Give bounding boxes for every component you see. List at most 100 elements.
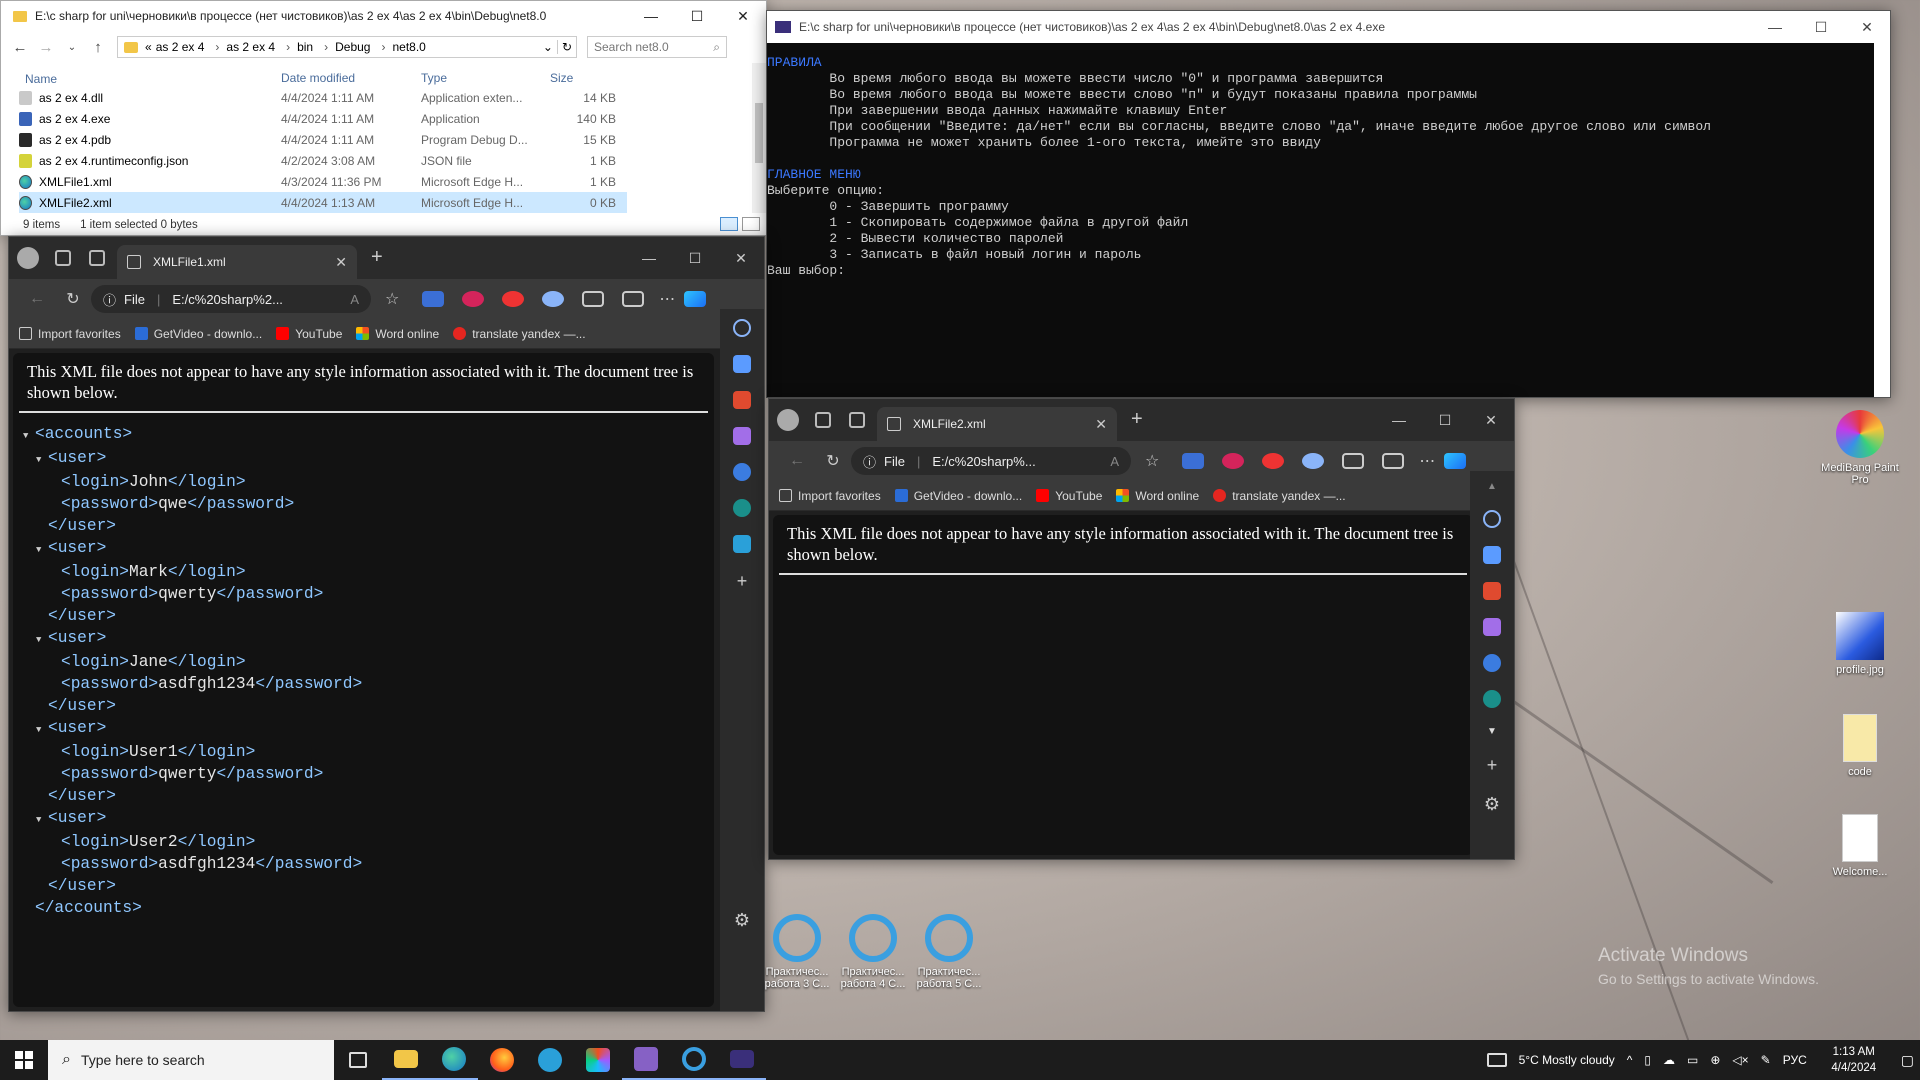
split-screen-icon[interactable] bbox=[1382, 453, 1405, 469]
breadcrumb-item[interactable]: net8.0 bbox=[392, 40, 425, 54]
extensions-puzzle-icon[interactable] bbox=[1342, 453, 1365, 469]
column-name[interactable]: Name bbox=[19, 71, 281, 87]
close-button[interactable]: ✕ bbox=[720, 1, 766, 31]
bookmark-import-favorites[interactable]: Import favorites bbox=[19, 327, 121, 341]
minimize-button[interactable]: — bbox=[626, 237, 672, 279]
collapse-triangle-icon[interactable]: ▼ bbox=[36, 539, 48, 561]
read-aloud-icon[interactable]: A bbox=[1110, 454, 1119, 469]
favorite-star-icon[interactable]: ☆ bbox=[385, 289, 399, 309]
console-scrollbar[interactable] bbox=[1874, 43, 1890, 397]
clock[interactable]: 1:13 AM 4/4/2024 bbox=[1819, 1044, 1889, 1076]
sidebar-l-icon[interactable] bbox=[733, 499, 751, 517]
xml-line[interactable]: ▼ <accounts> bbox=[23, 423, 714, 447]
sidebar-telegram-icon[interactable] bbox=[733, 535, 751, 553]
desktop-practice-3[interactable]: Практичес... работа 3 С... bbox=[757, 914, 837, 990]
sidebar-search-icon[interactable] bbox=[733, 319, 751, 337]
bookmark-import-favorites[interactable]: Import favorites bbox=[779, 489, 881, 503]
refresh-icon[interactable]: ↻ bbox=[815, 451, 851, 471]
pen-icon[interactable]: ✎ bbox=[1761, 1053, 1771, 1067]
sidebar-add-icon[interactable]: + bbox=[1487, 755, 1498, 776]
column-size[interactable]: Size bbox=[546, 71, 616, 87]
favorite-star-icon[interactable]: ☆ bbox=[1145, 451, 1159, 471]
maximize-button[interactable]: ☐ bbox=[672, 237, 718, 279]
breadcrumb-item[interactable]: bin bbox=[297, 40, 313, 54]
task-view-button[interactable] bbox=[334, 1040, 382, 1080]
taskbar-firefox[interactable] bbox=[478, 1040, 526, 1080]
search-extension-icon[interactable] bbox=[1302, 453, 1325, 469]
profile-avatar-icon[interactable] bbox=[777, 409, 799, 431]
taskbar-figma[interactable] bbox=[574, 1040, 622, 1080]
xml-line[interactable]: ▼ <user> bbox=[23, 807, 714, 831]
bookmark-translate-yandex[interactable]: translate yandex —... bbox=[1213, 489, 1346, 503]
details-view-icon[interactable] bbox=[720, 217, 738, 231]
sidebar-games-icon[interactable] bbox=[733, 427, 751, 445]
back-arrow-icon[interactable]: ← bbox=[19, 290, 55, 308]
sidebar-office-icon[interactable] bbox=[1483, 654, 1501, 672]
weather-icon[interactable] bbox=[1486, 1053, 1507, 1067]
new-tab-button[interactable]: + bbox=[1131, 408, 1143, 431]
split-screen-icon[interactable] bbox=[622, 291, 645, 307]
close-button[interactable]: ✕ bbox=[1468, 399, 1514, 441]
breadcrumb-item[interactable]: as 2 ex 4 bbox=[156, 40, 205, 54]
bookmark-word-online[interactable]: Word online bbox=[356, 327, 439, 341]
sidebar-settings-icon[interactable]: ⚙ bbox=[1484, 794, 1500, 815]
sidebar-tools-icon[interactable] bbox=[733, 391, 751, 409]
tab-actions-icon[interactable] bbox=[89, 250, 105, 266]
forward-arrow-icon[interactable]: → bbox=[33, 39, 59, 56]
translate-extension-icon[interactable] bbox=[422, 291, 445, 307]
raspberry-extension-icon[interactable] bbox=[1222, 453, 1245, 469]
sidebar-settings-icon[interactable]: ⚙ bbox=[734, 910, 750, 931]
file-row[interactable]: XMLFile2.xml 4/4/2024 1:13 AM Microsoft Ed… bbox=[19, 192, 627, 213]
globe-icon[interactable]: ⊕ bbox=[1710, 1053, 1720, 1067]
file-row[interactable]: XMLFile1.xml 4/3/2024 11:36 PM Microsoft E… bbox=[19, 171, 627, 192]
recent-dropdown-icon[interactable]: ⌄ bbox=[59, 42, 85, 53]
edge-titlebar[interactable]: XMLFile2.xml ✕ + — ☐ ✕ bbox=[769, 399, 1514, 441]
up-arrow-icon[interactable]: ↑ bbox=[85, 39, 111, 56]
scrollbar[interactable] bbox=[752, 63, 766, 213]
hand-extension-icon[interactable] bbox=[1262, 453, 1285, 469]
sidebar-l-icon[interactable] bbox=[1483, 690, 1501, 708]
taskbar-visual-studio[interactable] bbox=[622, 1040, 670, 1080]
sidebar-search-icon[interactable] bbox=[1483, 510, 1501, 528]
sidebar-scroll-up-icon[interactable]: ▲ bbox=[1487, 481, 1497, 492]
collapse-triangle-icon[interactable]: ▼ bbox=[36, 629, 48, 651]
device-icon[interactable]: ▯ bbox=[1644, 1053, 1651, 1067]
xml-line[interactable]: ▼ <user> bbox=[23, 627, 714, 651]
taskbar-search-input[interactable]: ⌕ Type here to search bbox=[48, 1040, 334, 1080]
file-row[interactable]: as 2 ex 4.runtimeconfig.json 4/2/2024 3:0… bbox=[19, 150, 627, 171]
edge-titlebar[interactable]: XMLFile1.xml ✕ + — ☐ ✕ bbox=[9, 237, 764, 279]
xml-viewer-page[interactable]: This XML file does not appear to have an… bbox=[13, 353, 714, 1007]
profile-avatar-icon[interactable] bbox=[17, 247, 39, 269]
sidebar-scroll-down-icon[interactable]: ▼ bbox=[1487, 726, 1497, 737]
sidebar-games-icon[interactable] bbox=[1483, 618, 1501, 636]
bookmark-word-online[interactable]: Word online bbox=[1116, 489, 1199, 503]
column-type[interactable]: Type bbox=[421, 71, 546, 87]
copilot-icon[interactable] bbox=[684, 291, 707, 307]
minimize-button[interactable]: — bbox=[628, 1, 674, 31]
copilot-icon[interactable] bbox=[1444, 453, 1467, 469]
refresh-icon[interactable]: ↻ bbox=[556, 40, 576, 54]
console-titlebar[interactable]: E:\c sharp for uni\черновики\в процессе … bbox=[767, 11, 1890, 43]
taskbar-telegram[interactable] bbox=[526, 1040, 574, 1080]
explorer-search-input[interactable]: Search net8.0 ⌕ bbox=[587, 36, 727, 58]
file-row[interactable]: as 2 ex 4.pdb 4/4/2024 1:11 AM Program Deb… bbox=[19, 129, 627, 150]
explorer-titlebar[interactable]: E:\c sharp for uni\черновики\в процессе … bbox=[1, 1, 766, 31]
desktop-code-folder[interactable]: code bbox=[1820, 714, 1900, 778]
cloud-icon[interactable]: ☁ bbox=[1663, 1053, 1675, 1067]
maximize-button[interactable]: ☐ bbox=[1422, 399, 1468, 441]
new-tab-button[interactable]: + bbox=[371, 246, 383, 269]
collapse-triangle-icon[interactable]: ▼ bbox=[36, 719, 48, 741]
start-button[interactable] bbox=[0, 1040, 48, 1080]
bookmark-youtube[interactable]: YouTube bbox=[1036, 489, 1102, 503]
tab-actions-icon[interactable] bbox=[849, 412, 865, 428]
sidebar-office-icon[interactable] bbox=[733, 463, 751, 481]
address-bar[interactable]: ⓘ File | E:/c%20sharp%2... A bbox=[91, 285, 371, 313]
breadcrumb-overflow[interactable]: « bbox=[145, 40, 152, 54]
taskbar-edge[interactable] bbox=[430, 1040, 478, 1080]
desktop-medibang[interactable]: MediBang Paint Pro bbox=[1820, 410, 1900, 486]
xml-line[interactable]: ▼ <user> bbox=[23, 447, 714, 471]
back-arrow-icon[interactable]: ← bbox=[7, 39, 33, 56]
xml-line[interactable]: ▼ <user> bbox=[23, 717, 714, 741]
notifications-icon[interactable]: ▢ bbox=[1901, 1052, 1914, 1069]
taskbar-console[interactable] bbox=[718, 1040, 766, 1080]
